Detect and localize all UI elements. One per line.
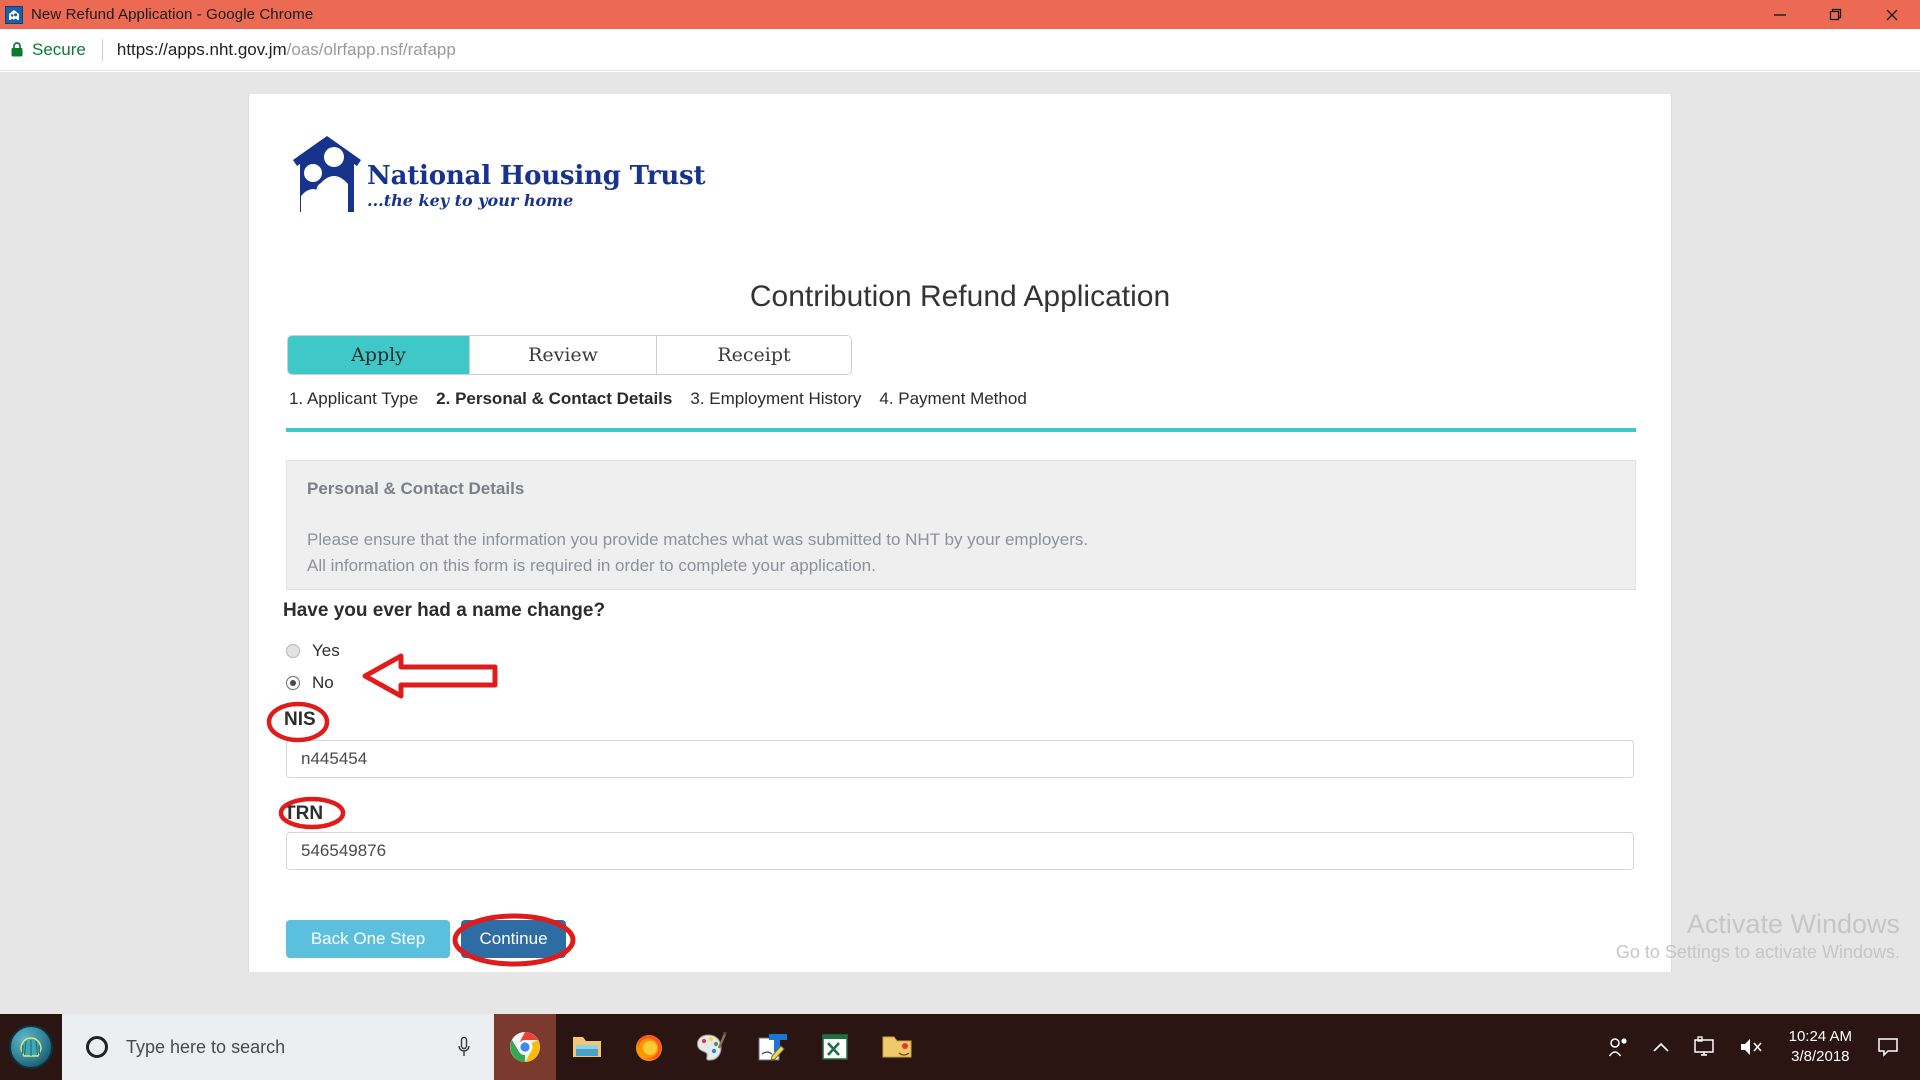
clock-date: 3/8/2018 bbox=[1791, 1047, 1849, 1067]
step-payment-method[interactable]: 4. Payment Method bbox=[879, 389, 1026, 409]
chrome-taskbar-icon[interactable] bbox=[494, 1014, 556, 1080]
browser-title-bar: New Refund Application - Google Chrome bbox=[0, 0, 1920, 29]
paint-taskbar-icon[interactable] bbox=[680, 1014, 742, 1080]
watermark-line-2: Go to Settings to activate Windows. bbox=[1616, 940, 1900, 965]
url-host: https://apps.nht.gov.jm bbox=[117, 40, 287, 59]
application-tabs[interactable]: Apply Review Receipt bbox=[287, 335, 852, 375]
show-desktop-button[interactable] bbox=[1910, 1014, 1920, 1080]
web-page: National Housing Trust ...the key to you… bbox=[248, 94, 1672, 972]
radio-no-input[interactable] bbox=[286, 676, 300, 690]
lock-icon bbox=[10, 41, 24, 58]
logo-name: National Housing Trust bbox=[367, 163, 705, 189]
tab-apply[interactable]: Apply bbox=[288, 336, 470, 374]
taskbar-apps bbox=[494, 1014, 928, 1080]
network-monitor-icon[interactable] bbox=[1681, 1014, 1727, 1080]
arrow-pointing-to-radio-options bbox=[361, 650, 501, 702]
browser-address-bar[interactable]: Secure https://apps.nht.gov.jm/oas/olrfa… bbox=[0, 29, 1920, 71]
search-circle-icon bbox=[86, 1036, 108, 1058]
trn-label: TRN bbox=[284, 803, 323, 825]
name-change-question: Have you ever had a name change? bbox=[283, 600, 605, 622]
radio-yes-label: Yes bbox=[312, 641, 340, 661]
restore-button[interactable] bbox=[1808, 0, 1864, 29]
trn-input[interactable]: 546549876 bbox=[286, 832, 1634, 870]
info-panel-line-1: Please ensure that the information you p… bbox=[307, 527, 1615, 553]
screen: New Refund Application - Google Chrome bbox=[0, 0, 1920, 1080]
nis-label: NIS bbox=[284, 709, 316, 731]
taskbar-search[interactable]: Type here to search bbox=[62, 1014, 494, 1080]
taskbar-clock[interactable]: 10:24 AM 3/8/2018 bbox=[1775, 1014, 1866, 1080]
tab-review[interactable]: Review bbox=[470, 336, 657, 374]
tab-receipt[interactable]: Receipt bbox=[657, 336, 851, 374]
step-indicator: 1. Applicant Type 2. Personal & Contact … bbox=[289, 389, 1027, 409]
info-panel-line-2: All information on this form is required… bbox=[307, 553, 1615, 579]
microphone-icon[interactable] bbox=[456, 1036, 472, 1058]
radio-option-no[interactable]: No bbox=[286, 673, 334, 693]
radio-option-yes[interactable]: Yes bbox=[286, 641, 340, 661]
activate-windows-watermark: Activate Windows Go to Settings to activ… bbox=[1616, 908, 1900, 966]
excel-taskbar-icon[interactable] bbox=[804, 1014, 866, 1080]
close-button[interactable] bbox=[1864, 0, 1920, 29]
start-button[interactable] bbox=[0, 1014, 62, 1080]
folder-taskbar-icon[interactable] bbox=[866, 1014, 928, 1080]
info-panel: Personal & Contact Details Please ensure… bbox=[286, 460, 1636, 590]
firefox-taskbar-icon[interactable] bbox=[618, 1014, 680, 1080]
windows-taskbar: Type here to search bbox=[0, 1014, 1920, 1080]
page-viewport: National Housing Trust ...the key to you… bbox=[0, 72, 1920, 1014]
info-panel-title: Personal & Contact Details bbox=[307, 479, 1615, 499]
watermark-line-1: Activate Windows bbox=[1616, 908, 1900, 940]
nht-logo: National Housing Trust ...the key to you… bbox=[291, 132, 705, 214]
chevron-up-icon[interactable] bbox=[1641, 1014, 1681, 1080]
radio-no-label: No bbox=[312, 673, 334, 693]
accent-divider bbox=[286, 428, 1636, 432]
system-tray: 10:24 AM 3/8/2018 bbox=[1597, 1014, 1920, 1080]
url-path: /oas/olrfapp.nsf/rafapp bbox=[287, 40, 456, 59]
action-center-icon[interactable] bbox=[1866, 1014, 1910, 1080]
volume-muted-icon[interactable] bbox=[1727, 1014, 1775, 1080]
secure-label: Secure bbox=[32, 40, 86, 60]
clock-time: 10:24 AM bbox=[1789, 1027, 1852, 1047]
nht-site-icon bbox=[5, 6, 23, 24]
file-explorer-taskbar-icon[interactable] bbox=[556, 1014, 618, 1080]
nht-house-family-logo bbox=[291, 132, 363, 214]
logo-tagline: ...the key to your home bbox=[367, 192, 705, 210]
step-personal-contact-details[interactable]: 2. Personal & Contact Details bbox=[436, 389, 672, 409]
logo-wordmark: National Housing Trust ...the key to you… bbox=[367, 163, 705, 214]
step-applicant-type[interactable]: 1. Applicant Type bbox=[289, 389, 418, 409]
nis-input[interactable]: n445454 bbox=[286, 740, 1634, 778]
radio-yes-input[interactable] bbox=[286, 644, 300, 658]
search-placeholder: Type here to search bbox=[126, 1037, 456, 1058]
start-orb-icon bbox=[9, 1025, 53, 1069]
minimize-button[interactable] bbox=[1752, 0, 1808, 29]
address-url[interactable]: https://apps.nht.gov.jm/oas/olrfapp.nsf/… bbox=[117, 40, 456, 60]
continue-button[interactable]: Continue bbox=[461, 920, 566, 958]
page-title: Contribution Refund Application bbox=[249, 280, 1671, 314]
step-employment-history[interactable]: 3. Employment History bbox=[690, 389, 861, 409]
window-title: New Refund Application - Google Chrome bbox=[31, 6, 313, 23]
address-divider bbox=[102, 39, 103, 61]
back-one-step-button[interactable]: Back One Step bbox=[286, 920, 450, 958]
people-icon[interactable] bbox=[1597, 1014, 1641, 1080]
snipping-tool-taskbar-icon[interactable] bbox=[742, 1014, 804, 1080]
